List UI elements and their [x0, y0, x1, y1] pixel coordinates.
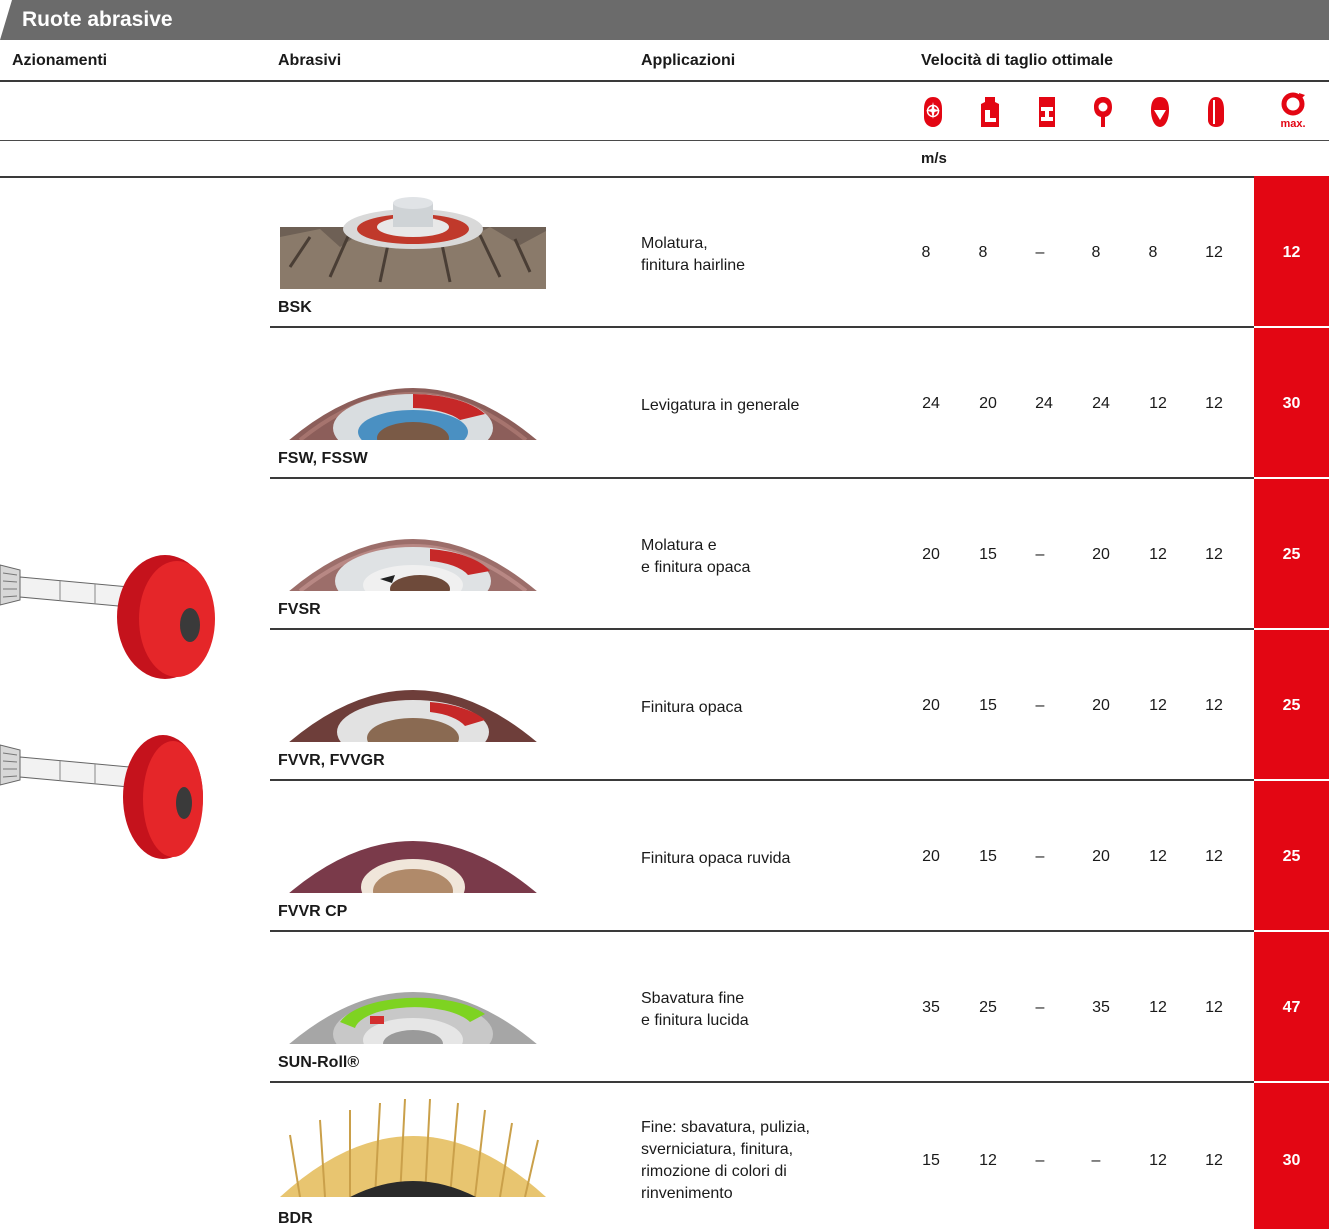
- sun-roll-wheel-image: [289, 992, 537, 1044]
- speed-value: 20: [979, 395, 997, 412]
- column-header-drives: Azionamenti: [12, 52, 108, 69]
- product-name: BDR: [278, 1210, 313, 1227]
- max-rpm-icon: max.: [1280, 92, 1306, 130]
- speed-value: 15: [979, 697, 997, 714]
- flat-sheet-icon: [1208, 97, 1224, 127]
- speed-value: 20: [1092, 697, 1110, 714]
- table-row: BDR Fine: sbavatura, pulizia, sverniciatu…: [0, 1083, 1329, 1229]
- product-name: FVSR: [278, 601, 321, 618]
- speed-value: 8: [1148, 244, 1158, 261]
- table-row: SUN-Roll® Sbavatura fine e finitura lucid…: [0, 932, 1329, 1083]
- section-title-bar: Ruote abrasive: [0, 0, 1329, 40]
- speed-value: 12: [979, 1152, 997, 1169]
- max-speed-value: 25: [1282, 546, 1301, 563]
- icon-divider: [0, 140, 1329, 141]
- speed-value: –: [1035, 546, 1045, 563]
- speed-value: 24: [1092, 395, 1110, 412]
- speed-value: 12: [1149, 999, 1167, 1016]
- product-name: SUN-Roll®: [278, 1054, 360, 1071]
- title-notch: [0, 0, 12, 40]
- header-divider: [0, 80, 1329, 82]
- max-speed-value: 47: [1282, 999, 1301, 1016]
- speed-value: –: [1035, 244, 1045, 261]
- max-speed-value: 30: [1282, 1152, 1301, 1169]
- speed-value: 8: [921, 244, 931, 261]
- max-speed-value: 12: [1282, 244, 1301, 261]
- compact-fleece-wheel-image: [289, 841, 537, 893]
- max-speed-value: 25: [1282, 848, 1301, 865]
- product-name: BSK: [278, 299, 312, 316]
- i-beam-icon: [1039, 97, 1055, 127]
- application-text: Molatura, finitura hairline: [641, 235, 746, 274]
- flap-fleece-wheel-image: [289, 539, 537, 591]
- max-speed-value: 30: [1282, 395, 1301, 412]
- table-row: FVVR, FVVGR Finitura opaca 20 15 – 20 12…: [0, 630, 1329, 781]
- speed-value: 12: [1149, 546, 1167, 563]
- speed-value: 12: [1205, 395, 1223, 412]
- application-text: Levigatura in generale: [641, 397, 800, 414]
- speed-value: –: [1091, 1152, 1101, 1169]
- speed-value: 15: [979, 848, 997, 865]
- application-text: Sbavatura fine e finitura lucida: [641, 990, 749, 1029]
- brush-wheel-image: [280, 197, 546, 289]
- product-name: FVVR CP: [278, 903, 348, 920]
- table-row: FVSR Molatura ee finitura opaca 20 15 – …: [0, 479, 1329, 630]
- speed-value: 25: [979, 999, 997, 1016]
- speed-value: –: [1035, 848, 1045, 865]
- speed-value: 12: [1205, 244, 1223, 261]
- flap-wheel-image: [289, 388, 537, 440]
- speed-value: 15: [922, 1152, 940, 1169]
- speed-value: 20: [1092, 848, 1110, 865]
- table-row: BSK Molatura, finitura hairline 8 8 – 8 8…: [0, 177, 1329, 328]
- speed-value: 12: [1205, 546, 1223, 563]
- speed-value: 24: [1035, 395, 1053, 412]
- speed-value: 12: [1205, 697, 1223, 714]
- section-title: Ruote abrasive: [22, 8, 173, 31]
- speed-value: –: [1035, 697, 1045, 714]
- application-text: Fine: sbavatura, pulizia, sverniciatura, …: [641, 1119, 810, 1202]
- speed-value: 20: [922, 697, 940, 714]
- max-label: max.: [1280, 118, 1305, 130]
- max-speed-value: 25: [1282, 697, 1301, 714]
- application-text: Finitura opaca ruvida: [641, 850, 791, 867]
- product-name: FVVR, FVVGR: [278, 752, 385, 769]
- speed-value: 12: [1149, 1152, 1167, 1169]
- column-header-speed: Velocità di taglio ottimale: [921, 52, 1114, 69]
- fleece-wheel-image: [289, 690, 537, 742]
- sheet-edge-icon: [1151, 97, 1169, 127]
- table-row: FSW, FSSW Levigatura in generale 24 20 2…: [0, 328, 1329, 479]
- pipe-weld-icon: [1094, 97, 1112, 127]
- speed-value: 12: [1149, 848, 1167, 865]
- speed-value: 12: [1205, 848, 1223, 865]
- column-header-applications: Applicazioni: [641, 52, 736, 69]
- speed-value: 20: [922, 546, 940, 563]
- speed-value: –: [1035, 999, 1045, 1016]
- speed-value: 15: [979, 546, 997, 563]
- speed-value: 35: [922, 999, 940, 1016]
- application-text: Molatura ee finitura opaca: [641, 537, 751, 576]
- speed-value: 12: [1149, 395, 1167, 412]
- speed-value: 35: [1092, 999, 1110, 1016]
- product-name: FSW, FSSW: [278, 450, 368, 467]
- round-tube-icon: [924, 97, 942, 127]
- speed-value: 24: [922, 395, 940, 412]
- profile-icon: [981, 97, 999, 127]
- speed-value: –: [1035, 1152, 1045, 1169]
- speed-value: 12: [1149, 697, 1167, 714]
- speed-value: 8: [1091, 244, 1101, 261]
- speed-value: 20: [1092, 546, 1110, 563]
- bristle-disc-image: [280, 1098, 546, 1197]
- application-text: Finitura opaca: [641, 699, 743, 716]
- speed-value: 12: [1205, 1152, 1223, 1169]
- column-header-abrasives: Abrasivi: [278, 52, 342, 69]
- table-row: FVVR CP Finitura opaca ruvida 20 15 – 20…: [0, 781, 1329, 932]
- speed-value: 12: [1205, 999, 1223, 1016]
- speed-value: 8: [978, 244, 988, 261]
- speed-unit: m/s: [921, 150, 947, 167]
- speed-value: 20: [922, 848, 940, 865]
